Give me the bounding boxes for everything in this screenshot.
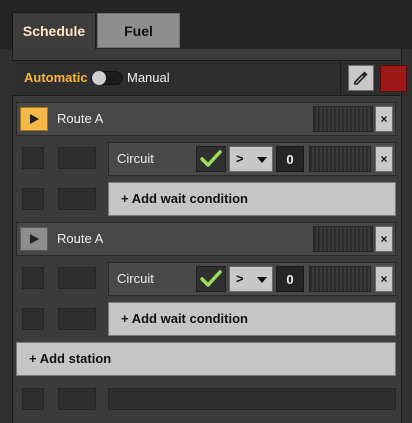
condition-slot-strip: [309, 146, 371, 172]
check-icon: [200, 270, 222, 287]
comparator-value: >: [236, 271, 244, 286]
station-row[interactable]: Route A ×: [16, 222, 396, 256]
color-picker-button[interactable]: [348, 65, 374, 91]
chevron-down-icon: [257, 277, 267, 283]
remove-station-button[interactable]: ×: [375, 226, 393, 252]
check-icon: [200, 150, 222, 167]
empty-slot: [108, 388, 396, 410]
add-wait-condition-button[interactable]: + Add wait condition: [108, 182, 396, 216]
empty-slot: [58, 147, 96, 169]
condition-signal-button[interactable]: [196, 146, 226, 172]
play-icon: [30, 234, 39, 244]
remove-condition-button[interactable]: ×: [375, 146, 393, 172]
remove-condition-button[interactable]: ×: [375, 266, 393, 292]
comparator-select[interactable]: >: [229, 266, 273, 292]
add-wait-condition-label: + Add wait condition: [121, 311, 248, 326]
empty-slot: [22, 308, 44, 330]
comparator-value: >: [236, 151, 244, 166]
station-row[interactable]: Route A ×: [16, 102, 396, 136]
remove-station-button[interactable]: ×: [375, 106, 393, 132]
divider: [340, 62, 341, 95]
tab-schedule[interactable]: Schedule: [12, 12, 96, 49]
mode-toggle-knob[interactable]: [92, 71, 106, 85]
add-wait-condition-label: + Add wait condition: [121, 191, 248, 206]
eyedropper-icon: [354, 71, 368, 85]
condition-constant-field[interactable]: 0: [276, 146, 304, 172]
automatic-label: Automatic: [24, 70, 88, 85]
empty-slot: [58, 388, 96, 410]
wait-condition-row[interactable]: Circuit > 0 ×: [108, 142, 396, 176]
condition-slot-strip: [309, 266, 371, 292]
add-station-button[interactable]: + Add station: [16, 342, 396, 376]
go-to-station-button[interactable]: [20, 227, 48, 251]
empty-slot: [58, 188, 96, 210]
wait-condition-row[interactable]: Circuit > 0 ×: [108, 262, 396, 296]
station-slot-strip: [313, 106, 373, 132]
manual-label: Manual: [127, 70, 170, 85]
empty-slot: [58, 308, 96, 330]
play-icon: [30, 114, 39, 124]
condition-type-label: Circuit: [117, 151, 154, 166]
empty-slot: [22, 388, 44, 410]
train-color-swatch[interactable]: [380, 65, 407, 92]
condition-type-label: Circuit: [117, 271, 154, 286]
tab-fuel[interactable]: Fuel: [97, 13, 180, 48]
add-wait-condition-button[interactable]: + Add wait condition: [108, 302, 396, 336]
empty-slot: [22, 147, 44, 169]
station-name: Route A: [57, 231, 104, 246]
station-name: Route A: [57, 111, 104, 126]
condition-constant-field[interactable]: 0: [276, 266, 304, 292]
station-slot-strip: [313, 226, 373, 252]
empty-slot: [22, 188, 44, 210]
go-to-station-button[interactable]: [20, 107, 48, 131]
condition-signal-button[interactable]: [196, 266, 226, 292]
empty-slot: [22, 267, 44, 289]
comparator-select[interactable]: >: [229, 146, 273, 172]
add-station-label: + Add station: [29, 351, 112, 366]
empty-slot: [58, 267, 96, 289]
chevron-down-icon: [257, 157, 267, 163]
